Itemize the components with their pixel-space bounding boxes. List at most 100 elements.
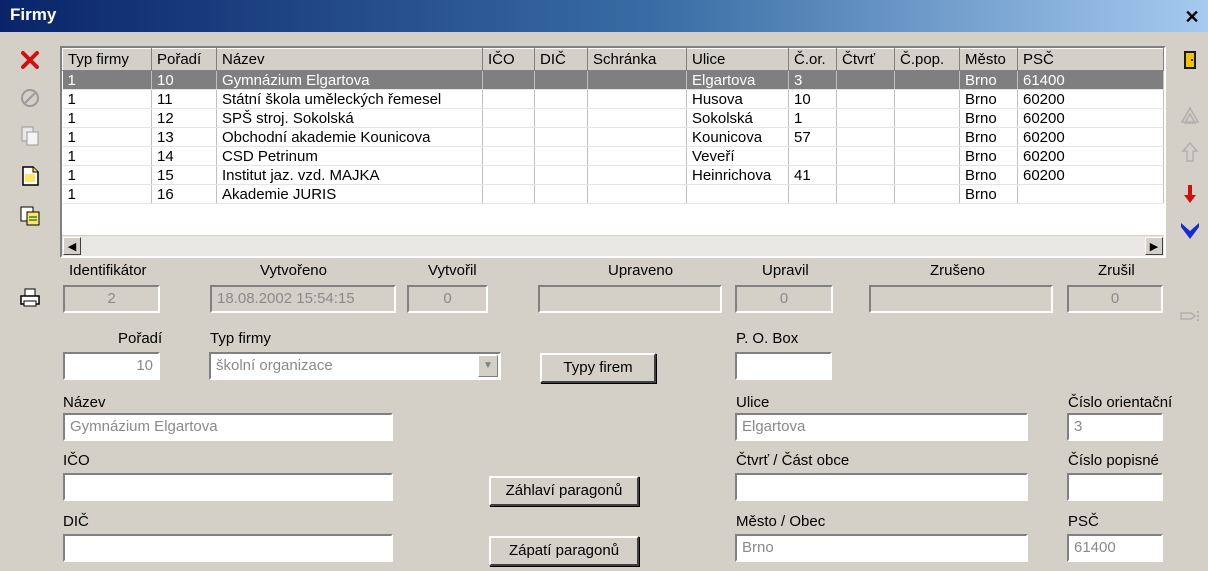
records-grid[interactable]: Typ firmy Pořadí Název IČO DIČ Schránka …: [60, 46, 1166, 258]
ico-field[interactable]: [63, 473, 393, 501]
table-row[interactable]: 1 10 Gymnázium Elgartova Elgartova 3 Brno 6140…: [62, 70, 1164, 90]
upraveno-label: Upraveno: [608, 262, 674, 279]
psc-field[interactable]: 61400: [1067, 534, 1163, 562]
table-row[interactable]: 1 15 Institut jaz. vzd. MAJKA Heinrichova 41…: [62, 165, 1164, 185]
table-cell: 60200: [1017, 127, 1164, 147]
table-cell: 3: [788, 70, 837, 90]
table-cell: [788, 146, 837, 166]
table-cell: [836, 89, 895, 109]
next-page-icon[interactable]: [1174, 300, 1206, 332]
table-cell: 12: [151, 108, 217, 128]
table-cell: Husova: [686, 89, 789, 109]
table-cell: [836, 165, 895, 185]
col-header-cislo-or[interactable]: Č.or.: [788, 48, 837, 71]
zapati-paragonu-button[interactable]: Zápatí paragonů: [489, 536, 639, 566]
move-down-icon[interactable]: [1174, 178, 1206, 210]
table-cell: 1: [62, 146, 152, 166]
col-header-poradi[interactable]: Pořadí: [151, 48, 217, 71]
table-cell: Brno: [959, 89, 1018, 109]
new-record-icon[interactable]: [14, 160, 46, 192]
col-header-nazev[interactable]: Název: [216, 48, 483, 71]
zrusil-label: Zrušil: [1098, 262, 1135, 279]
table-row[interactable]: 1 13 Obchodní akademie Kounicova Kounicova 5…: [62, 127, 1164, 147]
cislo-popisne-field[interactable]: [1067, 473, 1163, 501]
typ-firmy-value: školní organizace: [216, 357, 333, 374]
col-header-dic[interactable]: DIČ: [534, 48, 588, 71]
table-cell: Gymnázium Elgartova: [216, 70, 483, 90]
col-header-ico[interactable]: IČO: [482, 48, 535, 71]
ulice-label: Ulice: [736, 394, 770, 411]
duplicate-record-icon[interactable]: [14, 200, 46, 232]
table-cell: Akademie JURIS: [216, 184, 483, 204]
mesto-field[interactable]: Brno: [735, 534, 1028, 562]
col-header-psc[interactable]: PSČ: [1017, 48, 1164, 71]
scroll-left-button[interactable]: ◀: [63, 237, 81, 255]
table-cell: [587, 108, 687, 128]
table-cell: Brno: [959, 108, 1018, 128]
table-cell: 41: [788, 165, 837, 185]
col-header-schranka[interactable]: Schránka: [587, 48, 687, 71]
table-cell: [587, 127, 687, 147]
ulice-field[interactable]: Elgartova: [735, 413, 1028, 441]
col-header-ulice[interactable]: Ulice: [686, 48, 789, 71]
dropdown-arrow-icon[interactable]: ▼: [478, 355, 498, 377]
col-header-ctvrt[interactable]: Čtvrť: [836, 48, 895, 71]
table-cell: [482, 146, 535, 166]
upravil-label: Upravil: [762, 262, 809, 279]
cislo-orientacni-field[interactable]: 3: [1067, 413, 1163, 441]
table-cell: Heinrichova: [686, 165, 789, 185]
table-cell: Elgartova: [686, 70, 789, 90]
close-button[interactable]: ✕: [1182, 8, 1202, 28]
delete-icon[interactable]: [14, 44, 46, 76]
table-cell: 1: [62, 89, 152, 109]
table-row[interactable]: 1 11 Státní škola uměleckých řemesel Husova…: [62, 89, 1164, 109]
move-up-icon[interactable]: [1174, 136, 1206, 168]
identifikator-field: 2: [63, 285, 160, 313]
poradi-field[interactable]: 10: [63, 352, 160, 380]
po-box-field[interactable]: [735, 352, 832, 380]
zahlavi-paragonu-button[interactable]: Záhlaví paragonů: [489, 476, 639, 506]
move-first-icon[interactable]: [1174, 100, 1206, 132]
poradi-label: Pořadí: [118, 330, 163, 347]
ctvrt-field[interactable]: [735, 473, 1028, 501]
scroll-right-button[interactable]: ▶: [1145, 237, 1163, 255]
table-cell: 11: [151, 89, 217, 109]
nazev-field[interactable]: Gymnázium Elgartova: [63, 413, 393, 441]
table-cell: Brno: [959, 165, 1018, 185]
move-last-icon[interactable]: [1174, 214, 1206, 246]
upraveno-field: [538, 285, 722, 313]
table-cell: [894, 70, 960, 90]
zrusil-field: 0: [1067, 285, 1163, 313]
table-cell: Státní škola uměleckých řemesel: [216, 89, 483, 109]
table-row[interactable]: 1 12 SPŠ stroj. Sokolská Sokolská 1 Brno 60200: [62, 108, 1164, 128]
col-header-typ-firmy[interactable]: Typ firmy: [62, 48, 152, 71]
table-row[interactable]: 1 16 Akademie JURIS Brno: [62, 184, 1164, 204]
copy-record-icon[interactable]: [14, 120, 46, 152]
col-header-mesto[interactable]: Město: [959, 48, 1018, 71]
typy-firem-button[interactable]: Typy firem: [540, 353, 656, 383]
ico-label: IČO: [63, 452, 90, 469]
table-row[interactable]: 1 14 CSD Petrinum Veveří Brno 60200: [62, 146, 1164, 166]
print-icon[interactable]: [14, 282, 46, 314]
typ-firmy-select[interactable]: školní organizace ▼: [209, 352, 501, 380]
exit-door-icon[interactable]: [1174, 44, 1206, 76]
table-cell: [894, 108, 960, 128]
nazev-label: Název: [63, 394, 106, 411]
table-cell: 14: [151, 146, 217, 166]
table-cell: [587, 184, 687, 204]
vytvoril-label: Vytvořil: [428, 262, 477, 279]
horizontal-scrollbar[interactable]: ◀ ▶: [62, 235, 1164, 256]
vytvoreno-label: Vytvořeno: [260, 262, 327, 279]
table-cell: [482, 165, 535, 185]
table-cell: [836, 108, 895, 128]
table-cell: [482, 127, 535, 147]
col-header-cislo-pop[interactable]: Č.pop.: [894, 48, 960, 71]
cancel-icon[interactable]: [14, 82, 46, 114]
typ-firmy-label: Typ firmy: [210, 330, 271, 347]
dic-field[interactable]: [63, 534, 393, 562]
table-cell: [534, 146, 588, 166]
table-cell: Brno: [959, 184, 1018, 204]
table-cell: 10: [151, 70, 217, 90]
table-cell: [836, 127, 895, 147]
table-cell: [894, 89, 960, 109]
